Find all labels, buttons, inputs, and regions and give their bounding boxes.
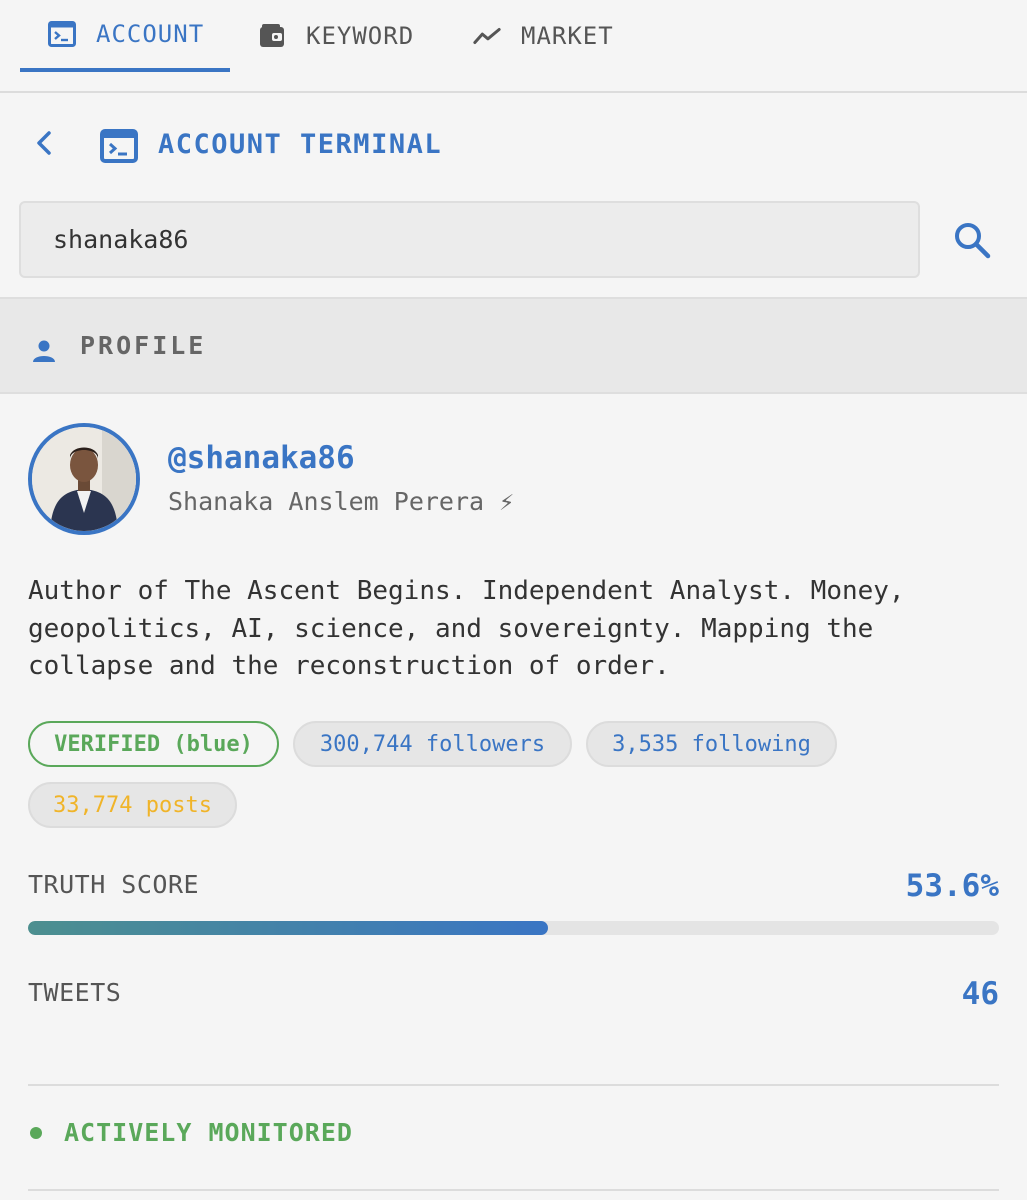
status-dot-icon xyxy=(30,1126,42,1139)
divider xyxy=(28,1189,999,1191)
truth-score-bar xyxy=(28,921,999,935)
tab-keyword[interactable]: KEYWORD xyxy=(230,0,442,72)
top-tab-bar: ACCOUNT KEYWORD MARKET xyxy=(0,0,1027,93)
person-icon xyxy=(32,339,56,363)
terminal-icon xyxy=(100,129,138,163)
page-title: ACCOUNT TERMINAL xyxy=(158,129,443,160)
avatar xyxy=(28,423,140,535)
terminal-header: ACCOUNT TERMINAL xyxy=(0,95,1027,195)
search-icon xyxy=(953,221,991,263)
truth-score-value: 53.6% xyxy=(905,868,999,904)
trend-line-icon xyxy=(473,22,501,50)
profile-handle[interactable]: @shanaka86 xyxy=(168,440,355,476)
truth-score-label: TRUTH SCORE xyxy=(28,870,200,899)
tab-market[interactable]: MARKET xyxy=(445,0,642,72)
tweets-label: TWEETS xyxy=(28,978,122,1007)
profile-display-name: Shanaka Anslem Perera ⚡ xyxy=(168,487,515,516)
section-title: PROFILE xyxy=(80,331,207,360)
chevron-left-icon xyxy=(34,130,54,160)
monitor-status: ACTIVELY MONITORED xyxy=(30,1118,353,1147)
following-badge: 3,535 following xyxy=(586,721,837,767)
divider xyxy=(28,1084,999,1086)
tab-account[interactable]: ACCOUNT xyxy=(20,0,230,72)
tab-account-label: ACCOUNT xyxy=(96,20,205,48)
search-button[interactable] xyxy=(950,220,994,264)
terminal-icon xyxy=(48,20,76,48)
back-button[interactable] xyxy=(28,129,60,161)
profile-bio: Author of The Ascent Begins. Independent… xyxy=(28,576,905,681)
search-input[interactable] xyxy=(19,201,920,278)
verified-badge: VERIFIED (blue) xyxy=(28,721,279,767)
posts-badge: 33,774 posts xyxy=(28,782,237,828)
tab-market-label: MARKET xyxy=(521,22,614,50)
monitor-status-label: ACTIVELY MONITORED xyxy=(64,1118,353,1147)
truth-score-bar-fill xyxy=(28,921,549,935)
followers-badge: 300,744 followers xyxy=(293,721,572,767)
profile-section-header: PROFILE xyxy=(0,297,1027,394)
wallet-icon xyxy=(258,22,286,50)
tweets-count: 46 xyxy=(961,976,999,1012)
tab-keyword-label: KEYWORD xyxy=(306,22,415,50)
